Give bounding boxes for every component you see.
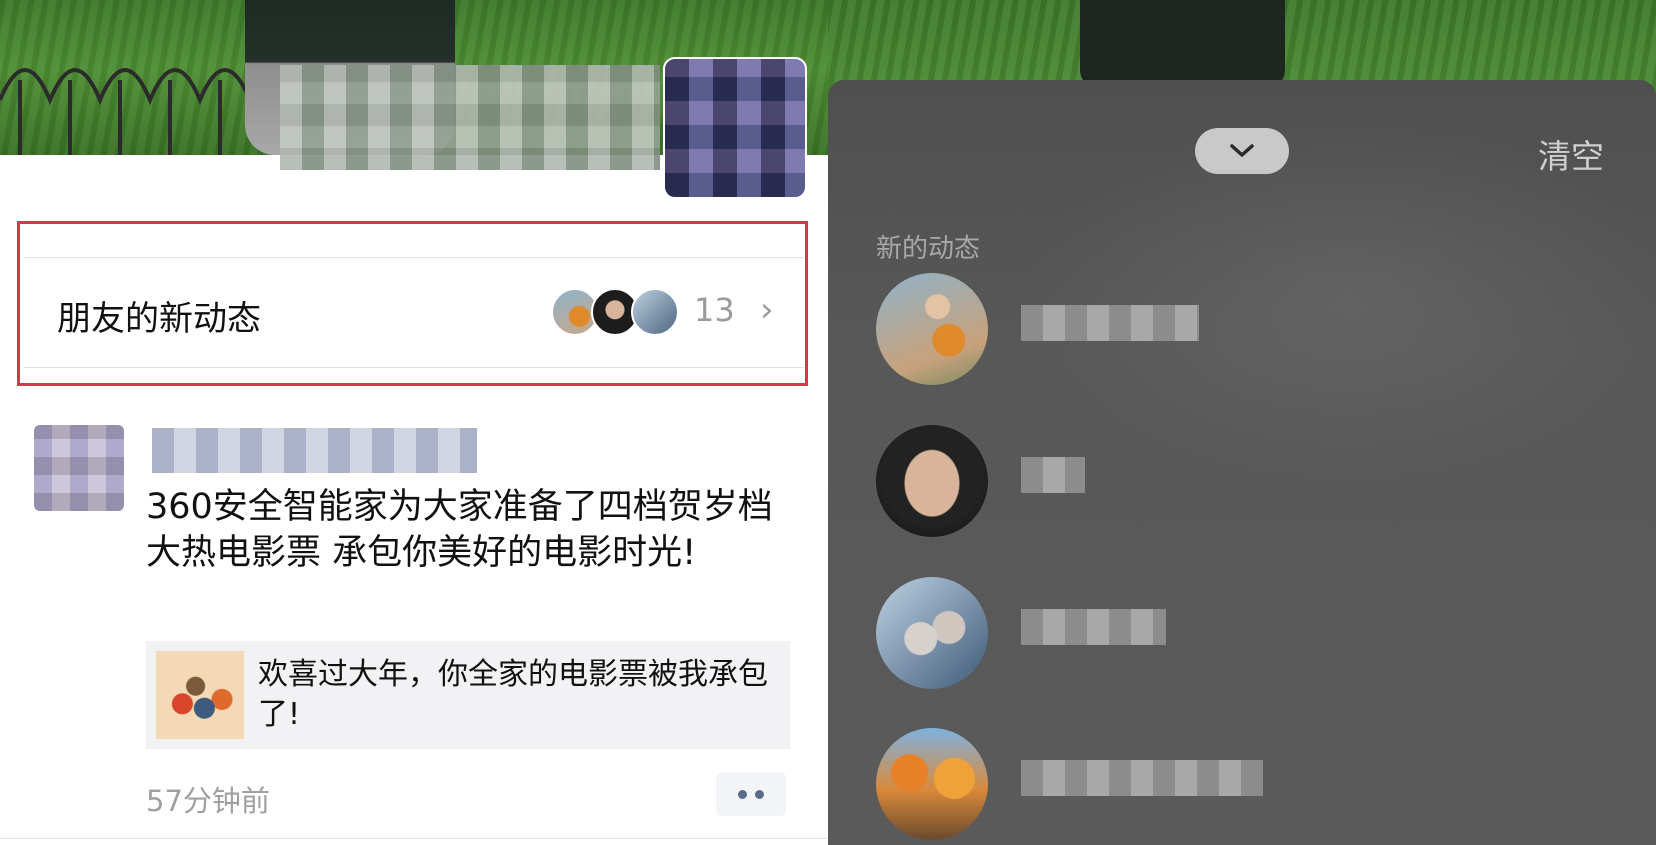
user-name-blurred: [280, 65, 660, 170]
notification-item[interactable]: [876, 728, 1636, 840]
cover-person: [1080, 0, 1285, 90]
notification-item[interactable]: [876, 425, 1636, 537]
chevron-down-icon: [1230, 144, 1254, 157]
notification-avatar: [876, 425, 988, 537]
notification-name-blurred: [1021, 760, 1263, 796]
updates-sheet: 清空 新的动态: [828, 80, 1656, 845]
section-title: 新的动态: [876, 234, 981, 264]
updates-sheet-panel: 清空 新的动态: [828, 0, 1656, 845]
clear-button[interactable]: 清空: [1538, 130, 1604, 178]
friends-updates-row[interactable]: 朋友的新动态 13 ›: [24, 258, 804, 368]
divider: [24, 367, 804, 368]
collapse-button[interactable]: [1195, 128, 1289, 174]
dot-icon: [738, 789, 747, 799]
moments-feed-panel: 朋友的新动态 13 › 360安全智能家为大家准备了四档贺岁档大热电影票 承包你…: [0, 0, 828, 845]
shared-link-card[interactable]: 欢喜过大年，你全家的电影票被我承包了!: [146, 641, 790, 749]
notification-item[interactable]: [876, 273, 1636, 385]
friends-updates-label: 朋友的新动态: [57, 299, 261, 339]
user-avatar[interactable]: [663, 57, 807, 199]
friends-avatar-stack: [551, 288, 691, 338]
notification-avatar: [876, 728, 988, 840]
post-author-name-blurred[interactable]: [152, 428, 477, 473]
friend-avatar: [631, 288, 679, 336]
notification-avatar: [876, 273, 988, 385]
notification-item[interactable]: [876, 577, 1636, 689]
chevron-right-icon: ›: [760, 290, 774, 330]
notification-name-blurred: [1021, 609, 1166, 645]
friends-updates-count: 13: [694, 291, 735, 329]
post-timestamp: 57分钟前: [146, 784, 270, 818]
divider: [0, 838, 828, 839]
notification-name-blurred: [1021, 305, 1199, 341]
shared-link-thumbnail: [156, 651, 244, 739]
post-author-avatar[interactable]: [34, 425, 124, 511]
more-actions-button[interactable]: [716, 772, 786, 816]
notification-avatar: [876, 577, 988, 689]
shared-link-title: 欢喜过大年，你全家的电影票被我承包了!: [258, 657, 768, 732]
post-text: 360安全智能家为大家准备了四档贺岁档大热电影票 承包你美好的电影时光!: [146, 487, 773, 573]
dot-icon: [755, 789, 764, 799]
notification-name-blurred: [1021, 457, 1085, 493]
